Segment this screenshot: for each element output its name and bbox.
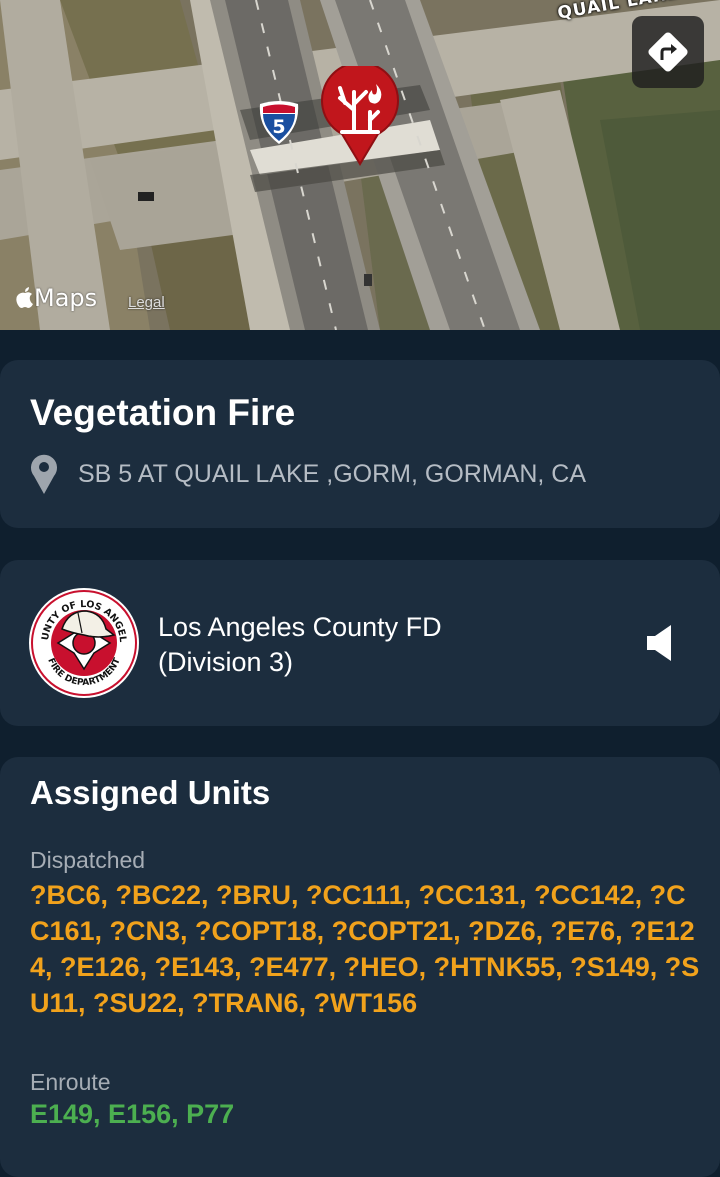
agency-name-line1: Los Angeles County FD [158,612,442,642]
fire-department-seal: COUNTY OF LOS ANGELES FIRE DEPARTMENT [24,579,140,704]
dispatched-label: Dispatched [30,847,146,873]
legal-link[interactable]: Legal [128,294,165,311]
assigned-units-title: Assigned Units [30,774,271,811]
maps-attribution: Maps [16,284,97,312]
incident-title: Vegetation Fire [30,392,296,433]
location-pin-icon [31,454,57,494]
incident-address: SB 5 AT QUAIL LAKE ,GORM, GORMAN, CA [78,459,586,488]
directions-turn-icon [648,32,688,72]
maps-label: Maps [34,284,98,312]
svg-text:5: 5 [272,116,285,138]
dispatched-units: ?BC6, ?BC22, ?BRU, ?CC111, ?CC131, ?CC14… [30,880,700,1018]
directions-button[interactable] [632,16,704,88]
incident-card [0,360,720,528]
enroute-units: E149, E156, P77 [30,1099,235,1129]
address-row[interactable]: SB 5 AT QUAIL LAKE ,GORM, GORMAN, CA [30,454,586,494]
incident-map[interactable]: QUAIL LAKE R 5 [0,0,720,330]
enroute-label: Enroute [30,1069,111,1095]
agency-name-line2: (Division 3) [158,647,294,677]
listen-audio-button[interactable] [645,623,675,668]
speaker-icon [647,625,671,661]
agency-name: Los Angeles County FD (Division 3) [158,610,578,680]
vegetation-fire-pin-icon[interactable] [320,61,400,171]
apple-logo-icon [16,287,33,308]
interstate-shield: 5 [256,98,302,151]
